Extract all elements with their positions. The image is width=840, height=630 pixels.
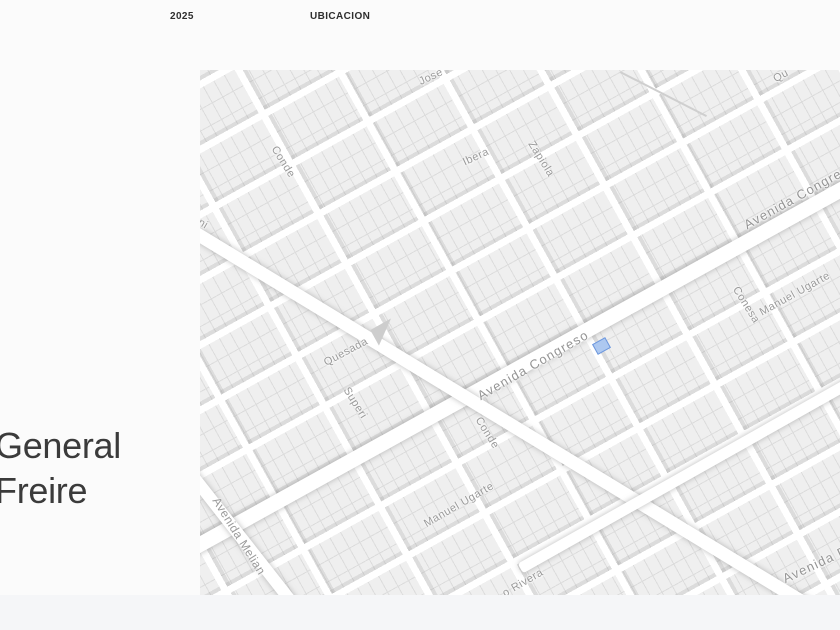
page-title-line2: Freire [0, 470, 88, 511]
page-title: General Freire [0, 423, 121, 513]
page-title-line1: General [0, 425, 121, 466]
header-left-fragment: A [0, 11, 1, 22]
header-section-label: UBICACION [310, 11, 371, 22]
map-street-grid [200, 70, 840, 595]
bottom-strip [0, 595, 840, 630]
header-year: 2025 [170, 11, 194, 22]
location-map[interactable]: Jose ni Conde Ibera Zapiola Qu Avenida Congres… [200, 70, 840, 595]
page: { "header": { "fragment": "A", "year": "… [0, 0, 840, 630]
